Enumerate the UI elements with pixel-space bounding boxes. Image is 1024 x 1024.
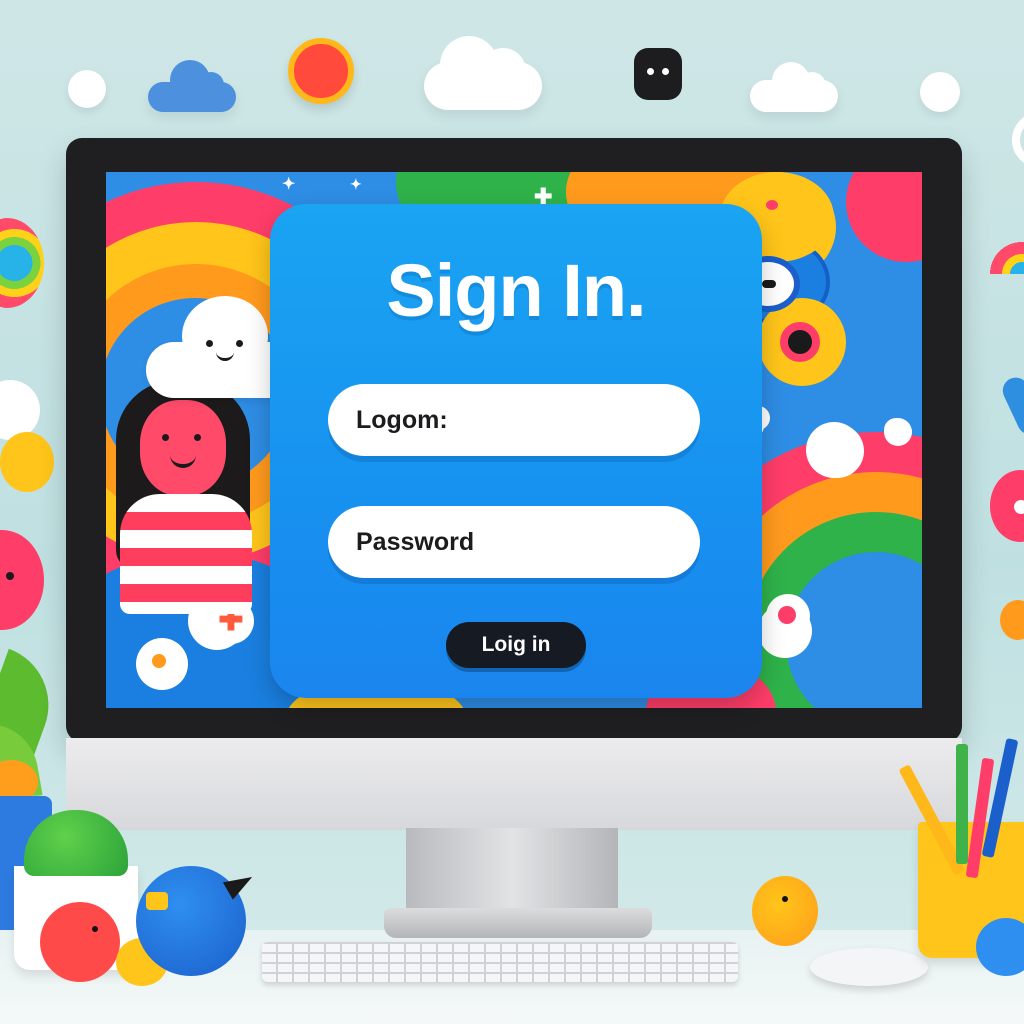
- red-bird-icon: [40, 902, 120, 982]
- white-dot-decoration: [68, 70, 106, 108]
- smiley-nose: [766, 200, 778, 210]
- username-label: Logom:: [356, 405, 448, 434]
- sun-icon: [288, 38, 354, 104]
- pink-creature-icon: [990, 470, 1024, 542]
- rainbow-icon: [0, 218, 44, 308]
- sparkle-icon: ✦: [282, 176, 296, 193]
- sparkle-icon: ✦: [350, 176, 362, 192]
- pink-creature-icon: [0, 530, 44, 630]
- password-field[interactable]: Password: [328, 506, 700, 578]
- dot-icon: [152, 654, 166, 668]
- eye-pupil: [762, 280, 776, 288]
- password-label: Password: [356, 527, 475, 556]
- page-title: Sign In.: [386, 249, 646, 332]
- blue-cloud-icon: [148, 60, 236, 112]
- duck-icon: [752, 876, 818, 946]
- orange-dot-decoration: [1000, 600, 1024, 640]
- monitor-foot: [384, 908, 652, 938]
- dot-icon: [778, 606, 796, 624]
- character-body: [120, 494, 252, 614]
- keyboard[interactable]: [262, 942, 738, 982]
- smiley-cloud-icon: [182, 278, 268, 376]
- login-card: Sign In. Logom: Password Loig in: [270, 204, 762, 698]
- rainbow-icon: [990, 218, 1024, 274]
- pencil-icon: [956, 744, 968, 864]
- black-creature-icon: [634, 48, 682, 100]
- bird-icon: [0, 380, 40, 440]
- login-button[interactable]: Loig in: [446, 622, 586, 668]
- dot-icon: [810, 424, 864, 478]
- blue-shape-decoration: [998, 373, 1024, 439]
- bird-beak-decoration: [0, 432, 54, 492]
- cloud-decoration: [750, 62, 838, 112]
- mouse[interactable]: [810, 948, 928, 986]
- character-face: [140, 400, 226, 496]
- white-dot-decoration: [920, 72, 960, 112]
- monitor-chin: [66, 738, 962, 830]
- dot-icon: [884, 418, 912, 446]
- username-field[interactable]: Logom:: [328, 384, 700, 456]
- monitor-stand: [406, 828, 618, 916]
- dot-icon: [148, 650, 180, 682]
- cloud-decoration: [424, 36, 542, 110]
- ring-decoration: [1012, 112, 1024, 168]
